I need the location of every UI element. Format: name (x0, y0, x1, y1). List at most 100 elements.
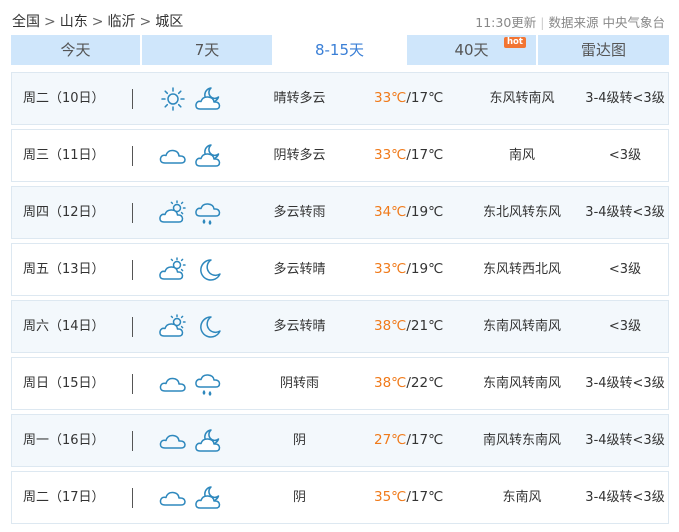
wind-direction: 东风转西北风 (482, 262, 561, 277)
forecast-tabs: 今天 7天 8-15天 40天 hot 雷达图 (11, 35, 669, 65)
forecast-date: 周四（12日） (23, 205, 105, 220)
high-temperature: 33℃ (374, 147, 407, 163)
cloud-icon (159, 491, 186, 506)
tab-today[interactable]: 今天 (11, 35, 142, 65)
cloud-icon (159, 377, 186, 392)
data-source: 数据来源 中央气象台 (548, 15, 665, 30)
update-time: 11:30更新 (475, 15, 537, 30)
divider (132, 317, 133, 337)
weather-condition: 阴转多云 (273, 148, 326, 163)
wind-level: 3-4级转<3级 (585, 205, 665, 220)
divider (132, 374, 133, 394)
update-info: 11:30更新 | 数据来源 中央气象台 (475, 12, 665, 31)
tab-8-15-days[interactable]: 8-15天 (274, 35, 407, 65)
temperature: 33℃/17℃ (374, 73, 443, 124)
temperature: 38℃/21℃ (374, 301, 443, 352)
temperature: 34℃/19℃ (374, 187, 443, 238)
wind-direction: 东南风转南风 (482, 376, 561, 391)
divider (132, 431, 133, 451)
breadcrumb-link-province[interactable]: 山东 (60, 14, 88, 30)
sun-cloud-icon (159, 314, 186, 337)
forecast-row[interactable]: 周一（16日） 阴 27℃/17℃ 南风转东南风 3-4级转<3级 (11, 414, 669, 467)
forecast-date: 周一（16日） (23, 433, 105, 448)
wind-direction: 东南风转南风 (482, 319, 561, 334)
forecast-row[interactable]: 周四（12日） 多云转雨 34℃/19℃ 东北风转东风 3-4级转<3级 (11, 186, 669, 239)
wind-level: 3-4级转<3级 (585, 490, 665, 505)
moon-icon (200, 316, 221, 338)
wind-direction: 南风转东南风 (482, 433, 561, 448)
high-temperature: 33℃ (374, 90, 407, 106)
low-temperature: /22℃ (406, 375, 444, 391)
forecast-row[interactable]: 周二（10日） 晴转多云 33℃/17℃ 东风转南风 3-4级转<3级 (11, 72, 669, 125)
forecast-date: 周二（17日） (23, 490, 105, 505)
weather-condition: 晴转多云 (273, 91, 326, 106)
forecast-row[interactable]: 周六（14日） 多云转晴 38℃/21℃ 东南风转南风 <3级 (11, 300, 669, 353)
divider (132, 260, 133, 280)
breadcrumb-separator: > (44, 14, 56, 30)
low-temperature: /17℃ (406, 489, 444, 505)
weather-condition: 多云转晴 (273, 319, 326, 334)
breadcrumb-link-city[interactable]: 临沂 (107, 14, 135, 30)
divider (132, 89, 133, 109)
temperature: 35℃/17℃ (374, 472, 443, 523)
moon-cloud-icon (195, 144, 221, 167)
divider (132, 488, 133, 508)
moon-icon (200, 259, 221, 281)
high-temperature: 38℃ (374, 375, 407, 391)
hot-badge: hot (504, 37, 526, 48)
forecast-date: 周三（11日） (23, 148, 105, 163)
low-temperature: /21℃ (406, 318, 444, 334)
weather-condition: 多云转雨 (273, 205, 326, 220)
weather-condition: 阴转雨 (279, 376, 319, 391)
forecast-row[interactable]: 周五（13日） 多云转晴 33℃/19℃ 东风转西北风 <3级 (11, 243, 669, 296)
wind-direction: 东风转南风 (489, 91, 555, 106)
tab-label: 7天 (194, 41, 220, 59)
forecast-row[interactable]: 周日（15日） 阴转雨 38℃/22℃ 东南风转南风 3-4级转<3级 (11, 357, 669, 410)
low-temperature: /19℃ (406, 204, 444, 220)
forecast-date: 周六（14日） (23, 319, 105, 334)
high-temperature: 34℃ (374, 204, 407, 220)
cloud-icon (159, 149, 186, 164)
high-temperature: 35℃ (374, 489, 407, 505)
temperature: 27℃/17℃ (374, 415, 443, 466)
tab-7-days[interactable]: 7天 (142, 35, 274, 65)
tab-40-days[interactable]: 40天 hot (407, 35, 538, 65)
low-temperature: /17℃ (406, 432, 444, 448)
tab-label: 今天 (60, 41, 91, 59)
forecast-date: 周五（13日） (23, 262, 105, 277)
breadcrumb-separator: > (91, 14, 104, 30)
tab-radar[interactable]: 雷达图 (538, 35, 669, 65)
rain-icon (195, 374, 221, 396)
divider (132, 146, 133, 166)
cloud-icon (159, 434, 186, 449)
temperature: 38℃/22℃ (374, 358, 443, 409)
low-temperature: /19℃ (406, 261, 444, 277)
rain-icon (195, 203, 221, 225)
breadcrumb-link-country[interactable]: 全国 (12, 14, 40, 30)
sun-icon (161, 87, 185, 111)
wind-level: 3-4级转<3级 (585, 433, 665, 448)
wind-direction: 南风 (508, 148, 535, 163)
forecast-date: 周二（10日） (23, 91, 105, 106)
forecast-row[interactable]: 周三（11日） 阴转多云 33℃/17℃ 南风 <3级 (11, 129, 669, 182)
tab-label: 雷达图 (580, 41, 626, 59)
wind-level: <3级 (608, 262, 642, 277)
temperature: 33℃/17℃ (374, 130, 443, 181)
wind-direction: 东南风 (502, 490, 542, 505)
low-temperature: /17℃ (406, 147, 444, 163)
high-temperature: 27℃ (374, 432, 407, 448)
wind-level: <3级 (608, 148, 642, 163)
moon-cloud-icon (195, 87, 221, 110)
forecast-date: 周日（15日） (23, 376, 105, 391)
wind-level: 3-4级转<3级 (585, 91, 665, 106)
sun-cloud-icon (159, 257, 186, 280)
sun-cloud-icon (159, 200, 186, 223)
weather-condition: 阴 (292, 490, 306, 505)
breadcrumb-current-district: 城区 (155, 14, 184, 30)
weather-condition: 多云转晴 (273, 262, 326, 277)
moon-cloud-icon (195, 486, 221, 509)
wind-level: <3级 (608, 319, 642, 334)
forecast-row[interactable]: 周二（17日） 阴 35℃/17℃ 东南风 3-4级转<3级 (11, 471, 669, 524)
breadcrumb: 全国 > 山东 > 临沂 > 城区 (12, 11, 183, 31)
tab-label: 40天 (454, 41, 489, 59)
